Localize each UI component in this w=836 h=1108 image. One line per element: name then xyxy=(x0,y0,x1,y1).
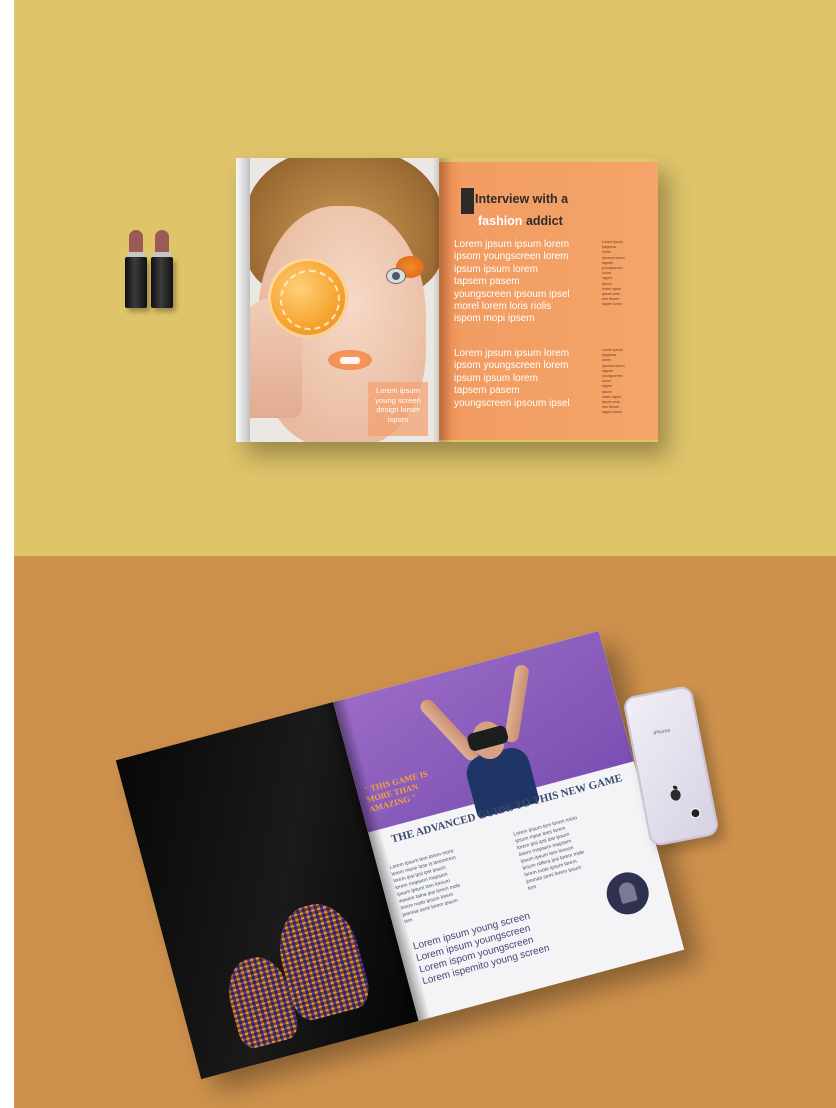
article-headline: Interview with a fashion addict xyxy=(461,188,641,229)
fashion-magazine: Lorem ipsum young screen design lomer is… xyxy=(236,158,658,442)
side-column-1: Lorem ipsum ipsgrona lorem ipsonon lorem r… xyxy=(602,240,625,307)
lipstick-left xyxy=(125,230,147,308)
photo-caption: Lorem ipsum young screen design lomer is… xyxy=(368,382,428,436)
body-paragraph-1: Lorem jpsum ipsum lorem ipsom youngscree… xyxy=(454,239,570,325)
side-column-2: Lorem ipsum ipsgrona lorem ipsonon lorem r… xyxy=(602,348,625,415)
body-paragraph-2: Lorem jpsum ipsum lorem ipsom youngscree… xyxy=(454,348,570,409)
orange-fruit xyxy=(268,258,348,338)
apple-logo-icon xyxy=(669,788,682,802)
lipstick-right xyxy=(151,230,173,308)
magazine-gutter-shadow xyxy=(432,158,452,442)
article-column-1: Lorem Ipsum tom lorem moro lorem mane las… xyxy=(389,848,462,926)
magazine-photo-page: Lorem ipsum young screen design lomer is… xyxy=(236,158,439,442)
top-panel-background: Lorem ipsum young screen design lomer is… xyxy=(14,0,836,556)
phone-screen-text: iPhone xyxy=(652,727,672,737)
magazine-text-page: Interview with a fashion addict Lorem jp… xyxy=(439,162,658,440)
camera-icon xyxy=(689,807,702,820)
